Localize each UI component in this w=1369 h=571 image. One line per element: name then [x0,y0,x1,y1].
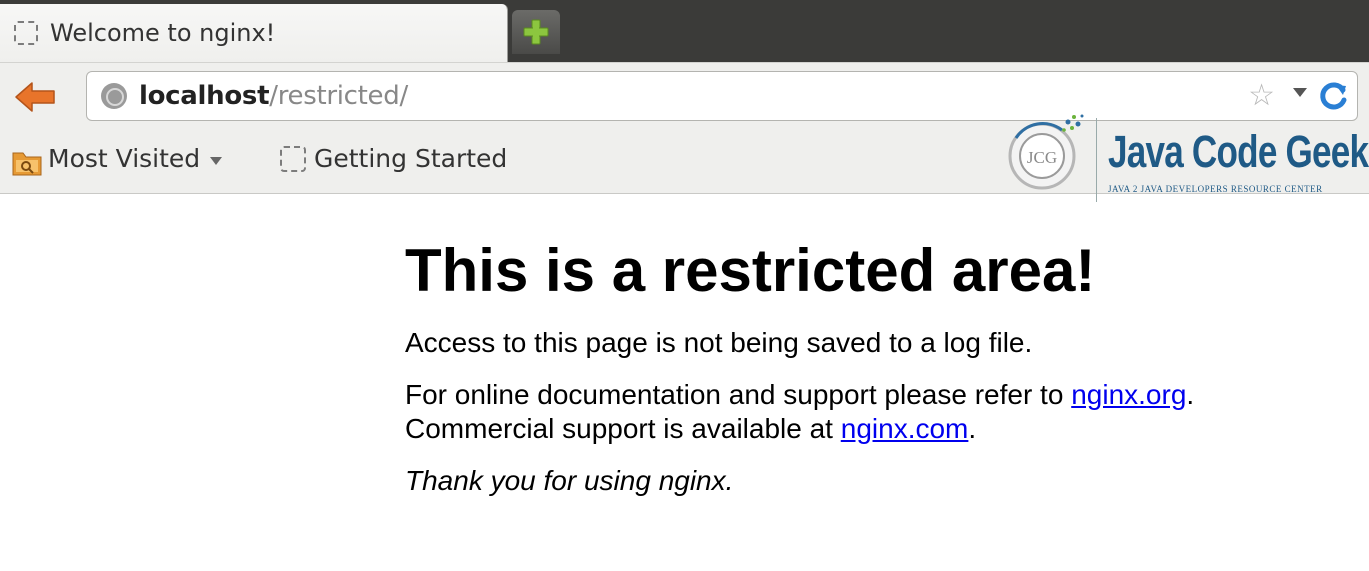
chevron-down-icon [210,156,223,165]
new-tab-button[interactable] [512,10,560,54]
tab-title: Welcome to nginx! [50,19,276,47]
url-path: /restricted/ [269,81,408,111]
jcg-emblem-icon: JCG [1008,114,1084,190]
doc-end: . [1186,379,1195,410]
page-favicon-icon [14,21,38,45]
url-host: localhost [139,81,270,111]
nginx-com-link[interactable]: nginx.com [841,413,969,444]
page-content: This is a restricted area! Access to thi… [405,196,1345,498]
tab-bar: Welcome to nginx! [0,0,1369,62]
logo-divider [1096,118,1097,202]
doc-text: For online documentation and support ple… [405,379,1072,410]
history-dropdown-icon[interactable] [1293,88,1307,97]
thanks-note: Thank you for using nginx. [405,465,734,496]
access-note: Access to this page is not being saved t… [405,327,1033,358]
logo-tagline: Java 2 Java Developers Resource Center [1108,184,1323,194]
commercial-text: Commercial support is available at [405,413,841,444]
bookmark-most-visited-label: Most Visited [48,144,201,173]
page-favicon-icon [280,145,306,172]
bookmark-most-visited[interactable]: Most Visited [48,144,223,173]
java-code-geeks-logo: JCG Java Code Geeks Java 2 Java Develope… [996,104,1369,202]
support-paragraph: For online documentation and support ple… [405,378,1345,446]
commercial-end: . [968,413,977,444]
tab-nginx-welcome[interactable]: Welcome to nginx! [0,4,508,62]
page-title: This is a restricted area! [405,237,1096,304]
back-arrow-icon[interactable] [12,77,58,117]
svg-text:JCG: JCG [1027,148,1057,167]
smart-folder-icon [12,152,42,176]
site-identity-globe-icon[interactable] [101,83,127,109]
plus-icon [523,19,549,45]
nginx-org-link[interactable]: nginx.org [1071,379,1186,410]
bookmark-getting-started-label: Getting Started [314,144,508,173]
logo-wordmark: Java Code Geeks [1108,126,1369,177]
bookmark-getting-started[interactable]: Getting Started [280,144,507,173]
